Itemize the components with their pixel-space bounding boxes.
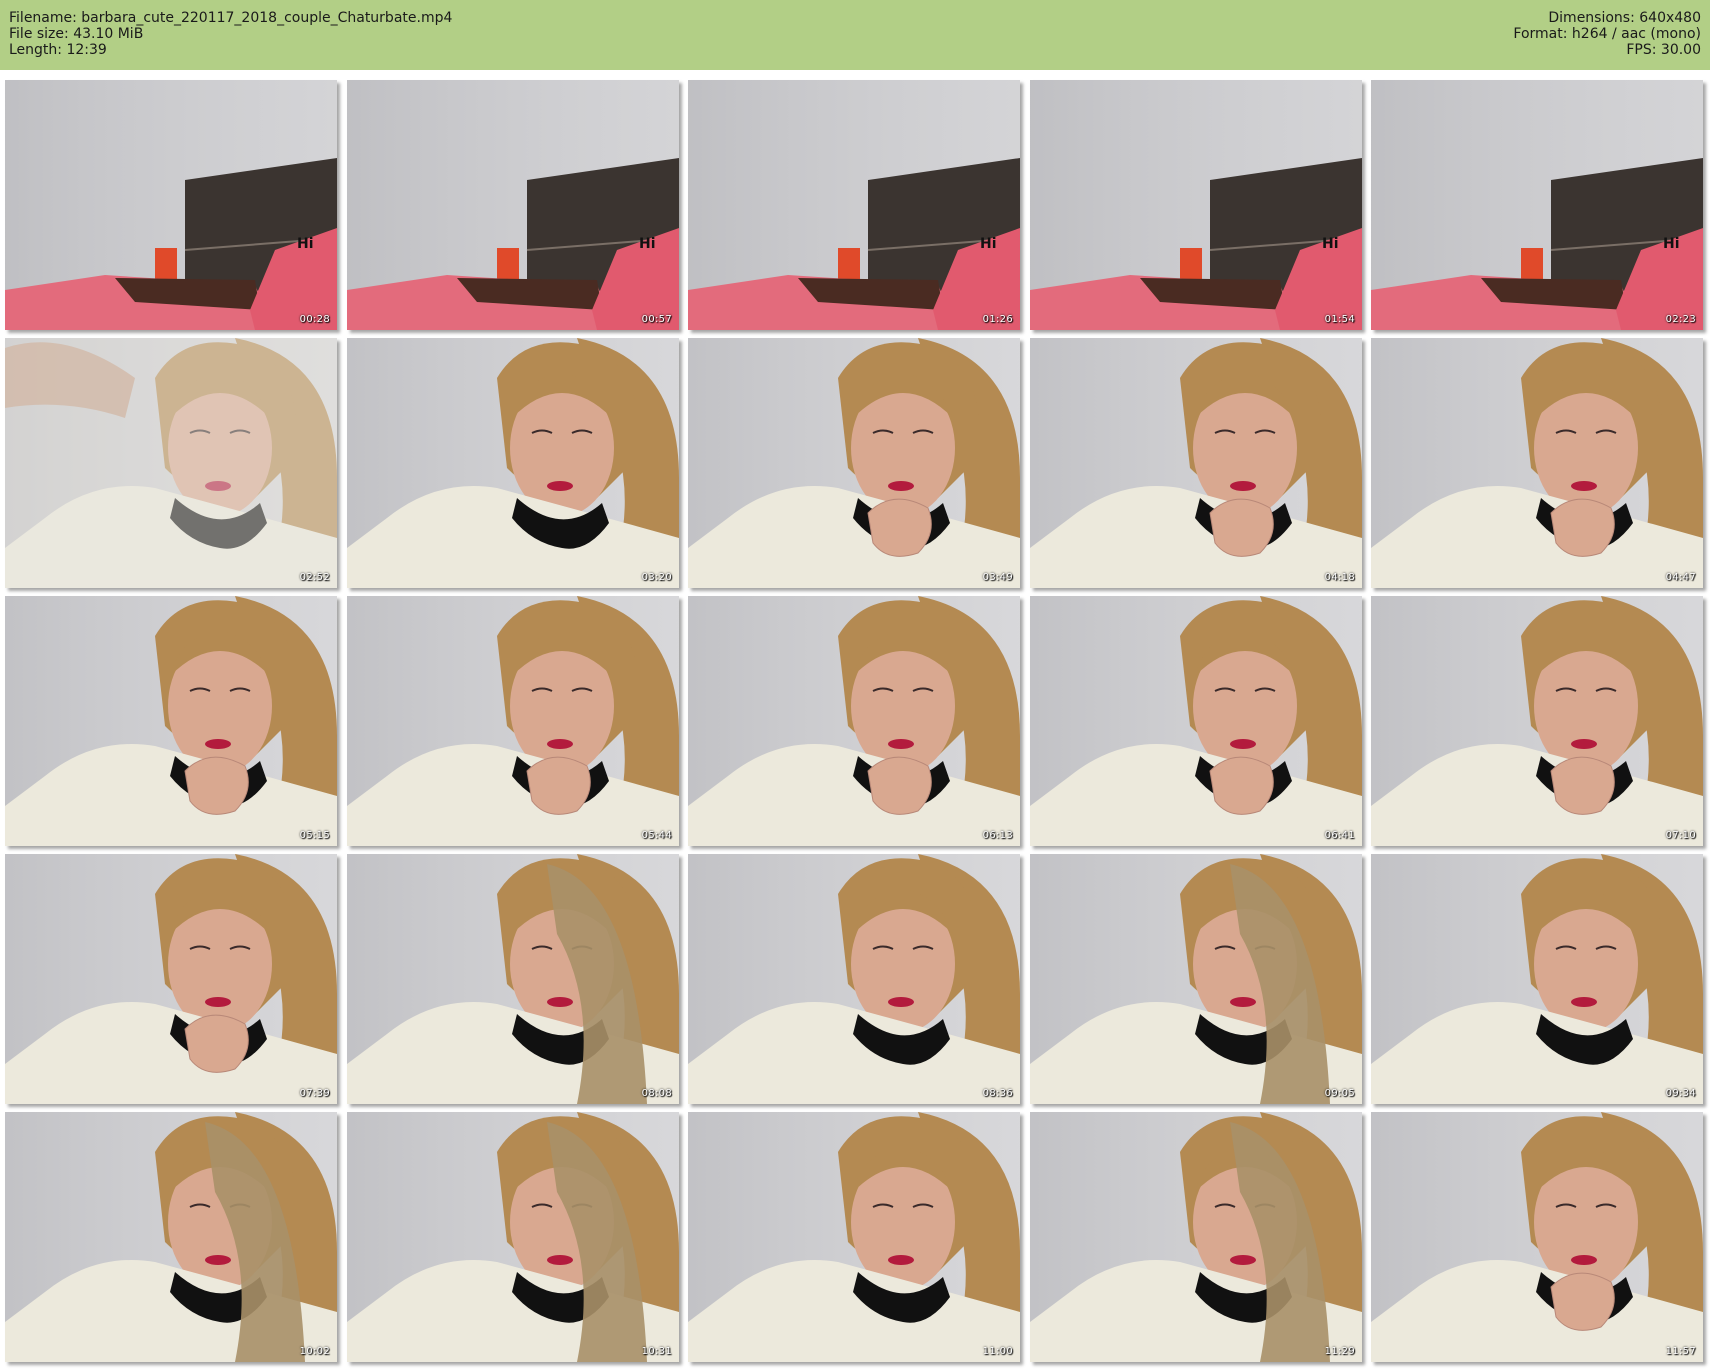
video-thumbnail: Hi 00:28 bbox=[5, 80, 337, 330]
svg-text:Hi: Hi bbox=[1322, 236, 1339, 252]
thumbnail-frame bbox=[1371, 338, 1703, 588]
timestamp-label: 02:52 bbox=[299, 572, 330, 583]
thumbnail-frame bbox=[347, 1112, 679, 1362]
svg-text:Hi: Hi bbox=[639, 236, 656, 252]
thumbnail-frame bbox=[688, 854, 1020, 1104]
video-thumbnail: 05:15 bbox=[5, 596, 337, 846]
video-thumbnail: 10:31 bbox=[347, 1112, 679, 1362]
timestamp-label: 11:57 bbox=[1665, 1346, 1696, 1357]
timestamp-label: 05:15 bbox=[299, 830, 330, 841]
info-header: Filename: barbara_cute_220117_2018_coupl… bbox=[0, 0, 1710, 70]
video-thumbnail: Hi 01:54 bbox=[1030, 80, 1362, 330]
timestamp-label: 04:18 bbox=[1324, 572, 1355, 583]
timestamp-label: 10:31 bbox=[641, 1346, 672, 1357]
timestamp-label: 06:13 bbox=[982, 830, 1013, 841]
thumbnail-frame: Hi bbox=[347, 80, 679, 330]
filesize-text: File size: 43.10 MiB bbox=[9, 26, 144, 42]
info-left: Filename: barbara_cute_220117_2018_coupl… bbox=[9, 10, 452, 58]
format-text: Format: h264 / aac (mono) bbox=[1513, 26, 1701, 42]
thumbnail-frame bbox=[5, 596, 337, 846]
timestamp-label: 10:02 bbox=[299, 1346, 330, 1357]
timestamp-label: 07:10 bbox=[1665, 830, 1696, 841]
timestamp-label: 04:47 bbox=[1665, 572, 1696, 583]
timestamp-label: 01:26 bbox=[982, 314, 1013, 325]
video-thumbnail: 07:39 bbox=[5, 854, 337, 1104]
length-text: Length: 12:39 bbox=[9, 42, 107, 58]
thumbnail-frame bbox=[1030, 338, 1362, 588]
thumbnail-frame bbox=[5, 854, 337, 1104]
timestamp-label: 00:28 bbox=[299, 314, 330, 325]
timestamp-label: 07:39 bbox=[299, 1088, 330, 1099]
video-thumbnail: 06:41 bbox=[1030, 596, 1362, 846]
svg-text:Hi: Hi bbox=[980, 236, 997, 252]
thumbnail-frame: Hi bbox=[1371, 80, 1703, 330]
video-thumbnail: Hi 02:23 bbox=[1371, 80, 1703, 330]
thumbnail-frame bbox=[347, 596, 679, 846]
timestamp-label: 00:57 bbox=[641, 314, 672, 325]
thumbnail-frame bbox=[1371, 1112, 1703, 1362]
video-thumbnail: Hi 00:57 bbox=[347, 80, 679, 330]
timestamp-label: 03:20 bbox=[641, 572, 672, 583]
video-thumbnail: 11:00 bbox=[688, 1112, 1020, 1362]
timestamp-label: 09:05 bbox=[1324, 1088, 1355, 1099]
video-thumbnail: 06:13 bbox=[688, 596, 1020, 846]
thumbnail-frame: Hi bbox=[1030, 80, 1362, 330]
video-thumbnail: 05:44 bbox=[347, 596, 679, 846]
thumbnail-frame bbox=[688, 596, 1020, 846]
video-thumbnail: 04:18 bbox=[1030, 338, 1362, 588]
video-thumbnail: 10:02 bbox=[5, 1112, 337, 1362]
video-thumbnail: 09:34 bbox=[1371, 854, 1703, 1104]
video-thumbnail: 11:57 bbox=[1371, 1112, 1703, 1362]
video-thumbnail: 03:20 bbox=[347, 338, 679, 588]
thumbnail-frame bbox=[1030, 596, 1362, 846]
thumbnail-frame bbox=[1030, 854, 1362, 1104]
video-thumbnail: 03:49 bbox=[688, 338, 1020, 588]
timestamp-label: 06:41 bbox=[1324, 830, 1355, 841]
thumbnail-frame bbox=[1371, 854, 1703, 1104]
timestamp-label: 08:36 bbox=[982, 1088, 1013, 1099]
thumbnail-grid: Hi 00:28 Hi 00:57 Hi 01:26 Hi 01:54 Hi 0… bbox=[5, 80, 1705, 1365]
video-thumbnail: 02:52 bbox=[5, 338, 337, 588]
info-right: Dimensions: 640x480 Format: h264 / aac (… bbox=[1513, 10, 1701, 58]
video-thumbnail: 08:08 bbox=[347, 854, 679, 1104]
thumbnail-frame bbox=[347, 338, 679, 588]
dimensions-text: Dimensions: 640x480 bbox=[1548, 10, 1701, 26]
timestamp-label: 09:34 bbox=[1665, 1088, 1696, 1099]
svg-text:Hi: Hi bbox=[1663, 236, 1680, 252]
thumbnail-frame: Hi bbox=[5, 80, 337, 330]
timestamp-label: 08:08 bbox=[641, 1088, 672, 1099]
thumbnail-frame: Hi bbox=[688, 80, 1020, 330]
video-thumbnail: Hi 01:26 bbox=[688, 80, 1020, 330]
video-thumbnail: 04:47 bbox=[1371, 338, 1703, 588]
timestamp-label: 11:29 bbox=[1324, 1346, 1355, 1357]
timestamp-label: 11:00 bbox=[982, 1346, 1013, 1357]
thumbnail-frame bbox=[688, 1112, 1020, 1362]
video-thumbnail: 09:05 bbox=[1030, 854, 1362, 1104]
thumbnail-frame bbox=[1371, 596, 1703, 846]
filename-text: Filename: barbara_cute_220117_2018_coupl… bbox=[9, 10, 453, 26]
timestamp-label: 03:49 bbox=[982, 572, 1013, 583]
thumbnail-frame bbox=[1030, 1112, 1362, 1362]
thumbnail-frame bbox=[688, 338, 1020, 588]
video-thumbnail: 08:36 bbox=[688, 854, 1020, 1104]
thumbnail-frame bbox=[5, 1112, 337, 1362]
timestamp-label: 02:23 bbox=[1665, 314, 1696, 325]
svg-text:Hi: Hi bbox=[297, 236, 314, 252]
thumbnail-frame bbox=[5, 338, 337, 588]
video-thumbnail: 11:29 bbox=[1030, 1112, 1362, 1362]
video-thumbnail: 07:10 bbox=[1371, 596, 1703, 846]
thumbnail-frame bbox=[347, 854, 679, 1104]
fps-text: FPS: 30.00 bbox=[1626, 42, 1701, 58]
timestamp-label: 01:54 bbox=[1324, 314, 1355, 325]
timestamp-label: 05:44 bbox=[641, 830, 672, 841]
